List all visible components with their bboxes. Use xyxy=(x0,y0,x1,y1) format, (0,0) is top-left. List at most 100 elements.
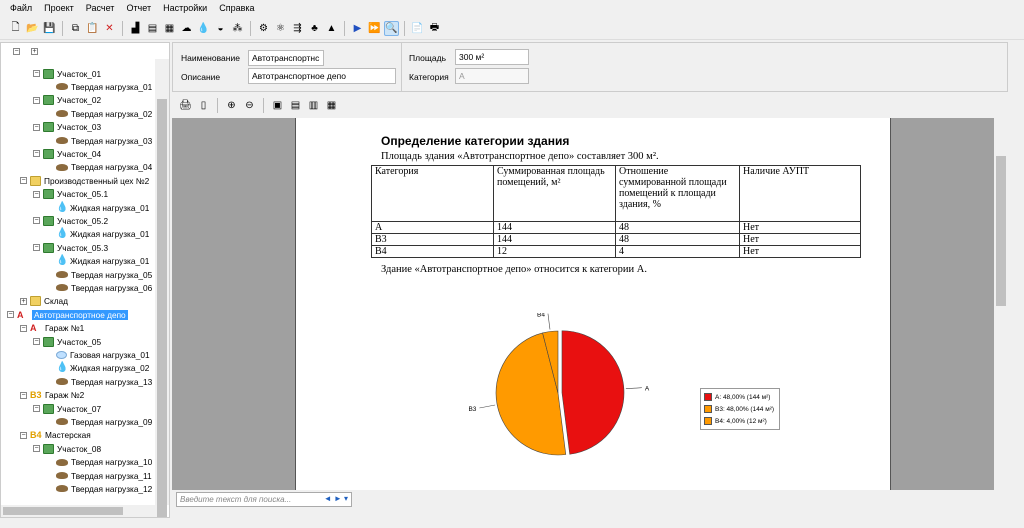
zoom-in-icon[interactable]: ⊕ xyxy=(224,98,239,113)
tree-item[interactable]: − Участок_05.2 xyxy=(33,214,108,227)
table-header-cell: Суммированная площадь помещений, м² xyxy=(493,165,616,222)
collapse-icon[interactable]: − xyxy=(33,70,40,77)
add-building-icon[interactable]: ▟ xyxy=(128,21,143,36)
collapse-icon[interactable]: − xyxy=(20,324,27,332)
tree-item[interactable]: − Участок_05 xyxy=(33,335,101,348)
tree-item[interactable]: − Участок_03 xyxy=(33,121,101,134)
fast-forward-icon[interactable]: ⏩ xyxy=(367,21,382,36)
menu-report[interactable]: Отчет xyxy=(120,0,157,16)
tree-item[interactable]: − Производственный цех №2 xyxy=(20,174,149,187)
tree-scroll-thumb[interactable] xyxy=(157,99,167,517)
tree-item[interactable]: − A Автотранспортное депо xyxy=(7,308,128,321)
collapse-icon[interactable]: − xyxy=(33,150,40,158)
tree-item[interactable]: Твердая нагрузка_11 xyxy=(46,469,152,482)
zoom-out-icon[interactable]: ⊖ xyxy=(242,98,257,113)
tree-item[interactable]: − Участок_02 xyxy=(33,94,101,107)
collapse-all-icon[interactable]: − xyxy=(13,47,20,55)
zoom-icon[interactable]: 🔍 xyxy=(384,21,399,36)
tree-hscroll-thumb[interactable] xyxy=(3,507,123,515)
page-icon[interactable]: ▯ xyxy=(196,98,211,113)
fit-page-icon[interactable]: ▣ xyxy=(270,98,285,113)
tree-item[interactable]: Твердая нагрузка_13 xyxy=(46,375,152,388)
collapse-icon[interactable]: − xyxy=(20,391,27,399)
tree-horizontal-scrollbar[interactable] xyxy=(1,505,157,517)
print-icon[interactable]: 🖨 xyxy=(178,98,193,113)
delete-icon[interactable]: ✕ xyxy=(102,21,117,36)
menu-help[interactable]: Справка xyxy=(213,0,260,16)
menu-project[interactable]: Проект xyxy=(38,0,80,16)
chart-icon[interactable]: ▲ xyxy=(324,21,339,36)
print-icon[interactable]: 🖶 xyxy=(427,21,442,36)
area-input[interactable]: 300 м² xyxy=(455,49,529,65)
add-floor-icon[interactable]: ▤ xyxy=(145,21,160,36)
description-input[interactable]: Автотранспортное депо xyxy=(248,68,396,84)
collapse-icon[interactable]: − xyxy=(7,311,14,319)
report-scroll-thumb[interactable] xyxy=(996,156,1006,306)
collapse-icon[interactable]: − xyxy=(20,431,27,439)
tree-item[interactable]: − A Гараж №1 xyxy=(20,322,84,335)
tree-search-box[interactable]: Введите текст для поиска... ◄ ► ▾ xyxy=(176,492,352,507)
paste-icon[interactable]: 📋 xyxy=(85,21,100,36)
collapse-icon[interactable]: − xyxy=(33,244,40,252)
collapse-icon[interactable]: − xyxy=(33,338,40,345)
tree-item[interactable]: Газовая нагрузка_01 xyxy=(46,348,150,361)
add-dust-icon[interactable]: ⁂ xyxy=(230,21,245,36)
open-icon[interactable]: 📂 xyxy=(25,21,40,36)
menu-calc[interactable]: Расчет xyxy=(80,0,121,16)
tree-vertical-scrollbar[interactable] xyxy=(155,59,169,517)
search-nav-icons[interactable]: ◄ ► ▾ xyxy=(324,494,348,503)
tree-item[interactable]: Твердая нагрузка_05 xyxy=(46,268,152,281)
expand-all-icon[interactable]: + xyxy=(31,47,38,55)
name-input[interactable]: Автотранспортнс xyxy=(248,50,324,66)
report-vertical-scrollbar[interactable] xyxy=(994,118,1008,490)
save-icon[interactable]: 💾 xyxy=(42,21,57,36)
collapse-icon[interactable]: − xyxy=(33,405,40,412)
fit-width-icon[interactable]: ▤ xyxy=(288,98,303,113)
add-liquid-icon[interactable]: 💧 xyxy=(196,21,211,36)
tree-item[interactable]: Твердая нагрузка_02 xyxy=(46,107,152,120)
tree-item[interactable]: − Участок_08 xyxy=(33,442,101,455)
tree-item[interactable]: 💧 Жидкая нагрузка_01 xyxy=(46,228,149,241)
single-page-icon[interactable]: ▥ xyxy=(306,98,321,113)
tree-item[interactable]: 💧 Жидкая нагрузка_01 xyxy=(46,255,149,268)
tree-item[interactable]: − Участок_07 xyxy=(33,402,101,415)
tree-item-label: Твердая нагрузка_05 xyxy=(71,269,153,280)
play-icon[interactable]: ▶ xyxy=(350,21,365,36)
add-plot-icon[interactable]: ▦ xyxy=(162,21,177,36)
report-icon[interactable]: 📄 xyxy=(410,21,425,36)
collapse-icon[interactable]: − xyxy=(33,217,40,225)
collapse-icon[interactable]: − xyxy=(33,445,40,453)
tree-item[interactable]: 💧 Жидкая нагрузка_01 xyxy=(46,201,149,214)
collapse-icon[interactable]: − xyxy=(20,177,27,185)
tree-item[interactable]: − Участок_05.1 xyxy=(33,188,108,201)
add-solid-icon[interactable]: ◒ xyxy=(213,21,228,36)
tree-item[interactable]: Твердая нагрузка_12 xyxy=(46,482,152,495)
calc-step-icon[interactable]: ⇶ xyxy=(290,21,305,36)
tree-item[interactable]: − В3 Гараж №2 xyxy=(20,389,84,402)
calc-all-icon[interactable]: ⚛ xyxy=(273,21,288,36)
collapse-icon[interactable]: − xyxy=(33,190,40,198)
tree-item[interactable]: − Участок_04 xyxy=(33,147,101,160)
tree-item[interactable]: Твердая нагрузка_03 xyxy=(46,134,152,147)
tree-item[interactable]: + Склад xyxy=(20,295,68,308)
tree-item[interactable]: Твердая нагрузка_04 xyxy=(46,161,152,174)
tree-item[interactable]: Твердая нагрузка_10 xyxy=(46,456,152,469)
tree-item[interactable]: − Участок_01 xyxy=(33,67,101,80)
menu-file[interactable]: Файл xyxy=(4,0,38,16)
calc-icon[interactable]: ⚙ xyxy=(256,21,271,36)
new-icon[interactable]: 🗋 xyxy=(8,21,23,36)
menu-settings[interactable]: Настройки xyxy=(157,0,213,16)
tree-item[interactable]: 💧 Жидкая нагрузка_02 xyxy=(46,362,149,375)
calc-tree-icon[interactable]: ♣ xyxy=(307,21,322,36)
tree-item[interactable]: Твердая нагрузка_09 xyxy=(46,415,152,428)
collapse-icon[interactable]: − xyxy=(33,123,40,131)
copy-icon[interactable]: ⧉ xyxy=(68,21,83,36)
tree-item[interactable]: − В4 Мастерская xyxy=(20,429,91,442)
two-pages-icon[interactable]: ▦ xyxy=(324,98,339,113)
expand-icon[interactable]: + xyxy=(20,297,27,305)
collapse-icon[interactable]: − xyxy=(33,96,40,104)
add-gas-icon[interactable]: ☁ xyxy=(179,21,194,36)
tree-item[interactable]: Твердая нагрузка_06 xyxy=(46,281,152,294)
tree-item[interactable]: Твердая нагрузка_01 xyxy=(46,80,152,93)
tree-item[interactable]: − Участок_05.3 xyxy=(33,241,108,254)
